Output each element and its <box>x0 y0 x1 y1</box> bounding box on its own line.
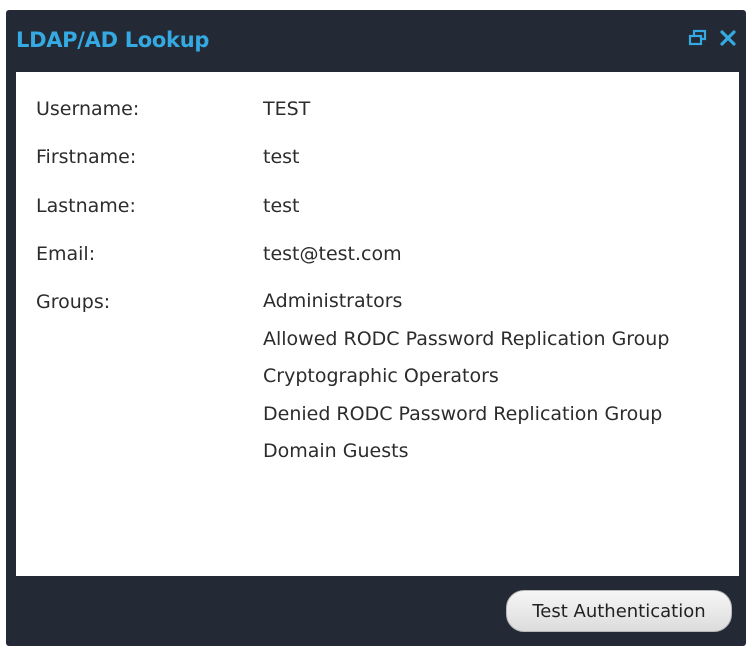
dialog-title: LDAP/AD Lookup <box>16 28 210 52</box>
close-icon[interactable] <box>716 26 740 50</box>
username-value: TEST <box>263 98 311 120</box>
lastname-label: Lastname: <box>36 195 136 217</box>
list-item: Cryptographic Operators <box>263 365 499 387</box>
dialog-titlebar[interactable]: LDAP/AD Lookup <box>6 10 746 72</box>
lookup-results-panel[interactable]: Username: TEST Firstname: test Lastname:… <box>16 72 739 576</box>
test-authentication-button[interactable]: Test Authentication <box>506 590 732 632</box>
lastname-value: test <box>263 195 300 217</box>
dialog-footer: Test Authentication <box>6 576 746 646</box>
firstname-value: test <box>263 146 300 168</box>
list-item: Domain Guests <box>263 440 409 462</box>
email-value: test@test.com <box>263 243 402 265</box>
list-item: Administrators <box>263 290 403 312</box>
ldap-lookup-dialog: LDAP/AD Lookup Username: TEST Firstname: <box>6 10 746 646</box>
email-label: Email: <box>36 243 96 265</box>
groups-label: Groups: <box>36 291 111 313</box>
username-label: Username: <box>36 98 140 120</box>
groups-list: Administrators Allowed RODC Password Rep… <box>263 283 703 471</box>
titlebar-controls <box>686 26 740 50</box>
firstname-label: Firstname: <box>36 146 137 168</box>
restore-icon[interactable] <box>686 26 710 50</box>
list-item: Allowed RODC Password Replication Group <box>263 327 670 350</box>
list-item: Denied RODC Password Replication Group <box>263 402 663 425</box>
